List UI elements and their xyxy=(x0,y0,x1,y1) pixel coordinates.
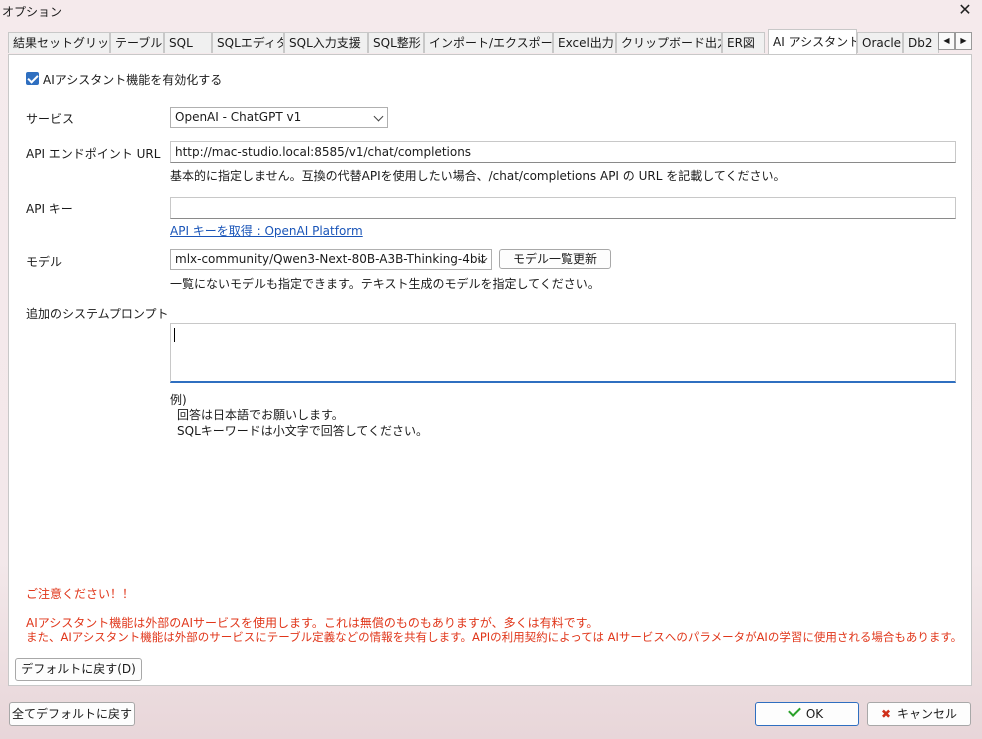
reset-tab-button[interactable]: デフォルトに戻す(D) xyxy=(15,658,142,681)
tab-oracle[interactable]: Oracle xyxy=(857,32,903,53)
ok-label: OK xyxy=(805,707,824,721)
endpoint-label: API エンドポイント URL xyxy=(26,147,161,161)
text-caret xyxy=(174,328,175,342)
check-icon xyxy=(787,704,801,717)
tab-ai-assistant[interactable]: AI アシスタント xyxy=(768,29,857,54)
title-bar: オプション ✕ xyxy=(0,0,982,22)
tab-scroll-left-icon[interactable]: ◀ xyxy=(938,32,955,50)
apikey-label: API キー xyxy=(26,202,73,216)
apikey-link[interactable]: API キーを取得 : OpenAI Platform xyxy=(170,222,363,239)
tab-sql[interactable]: SQL xyxy=(164,32,212,53)
model-combo[interactable]: mlx-community/Qwen3-Next-80B-A3B-Thinkin… xyxy=(170,249,492,270)
cancel-label: キャンセル xyxy=(897,707,958,721)
endpoint-hint: 基本的に指定しません。互換の代替APIを使用したい場合、/chat/comple… xyxy=(170,169,786,183)
example-line: SQLキーワードは小文字で回答してください。 xyxy=(177,424,429,438)
system-prompt-textarea[interactable] xyxy=(170,323,956,383)
example-line: 回答は日本語でお願いします。 xyxy=(177,408,344,422)
tab-strip: 結果セットグリッド テーブル SQL SQLエディタ SQL入力支援 SQL整形… xyxy=(8,29,974,54)
endpoint-input[interactable]: http://mac-studio.local:8585/v1/chat/com… xyxy=(170,141,956,163)
enable-ai-label[interactable]: AIアシスタント機能を有効化する xyxy=(43,71,222,88)
system-prompt-label: 追加のシステムプロンプト xyxy=(26,307,169,321)
tab-er-diagram[interactable]: ER図 xyxy=(722,32,765,53)
tab-import-export[interactable]: インポート/エクスポート xyxy=(424,32,553,53)
tab-db2[interactable]: Db2 xyxy=(903,32,939,53)
chevron-down-icon xyxy=(373,111,384,122)
enable-ai-checkbox[interactable] xyxy=(26,72,39,85)
ok-button[interactable]: OK xyxy=(755,702,859,726)
model-label: モデル xyxy=(26,255,63,269)
tab-sql-format[interactable]: SQL整形 xyxy=(368,32,424,53)
model-combo-value: mlx-community/Qwen3-Next-80B-A3B-Thinkin… xyxy=(175,252,486,266)
cancel-button[interactable]: ✖ キャンセル xyxy=(867,702,971,726)
apikey-input[interactable] xyxy=(170,197,956,219)
tab-sql-editor[interactable]: SQLエディタ xyxy=(212,32,284,53)
tab-table[interactable]: テーブル xyxy=(110,32,164,53)
notice-line: また、AIアシスタント機能は外部のサービスにテーブル定義などの情報を共有します。… xyxy=(26,630,963,644)
close-icon[interactable]: ✕ xyxy=(954,0,976,20)
tab-sql-assist[interactable]: SQL入力支援 xyxy=(284,32,368,53)
model-refresh-button[interactable]: モデル一覧更新 xyxy=(499,249,611,269)
notice-title: ご注意ください！！ xyxy=(26,587,135,601)
window-title: オプション xyxy=(2,5,63,19)
tab-clipboard-output[interactable]: クリップボード出力 xyxy=(616,32,722,53)
reset-all-button[interactable]: 全てデフォルトに戻す xyxy=(9,702,135,726)
tab-scroll-right-icon[interactable]: ▶ xyxy=(955,32,972,50)
tab-excel-output[interactable]: Excel出力 xyxy=(553,32,616,53)
tab-result-grid[interactable]: 結果セットグリッド xyxy=(8,32,110,53)
model-hint: 一覧にないモデルも指定できます。テキスト生成のモデルを指定してください。 xyxy=(170,277,600,291)
service-select[interactable]: OpenAI - ChatGPT v1 xyxy=(170,107,388,128)
close-icon: ✖ xyxy=(880,707,892,721)
service-label: サービス xyxy=(26,112,75,126)
service-select-value: OpenAI - ChatGPT v1 xyxy=(175,110,302,124)
